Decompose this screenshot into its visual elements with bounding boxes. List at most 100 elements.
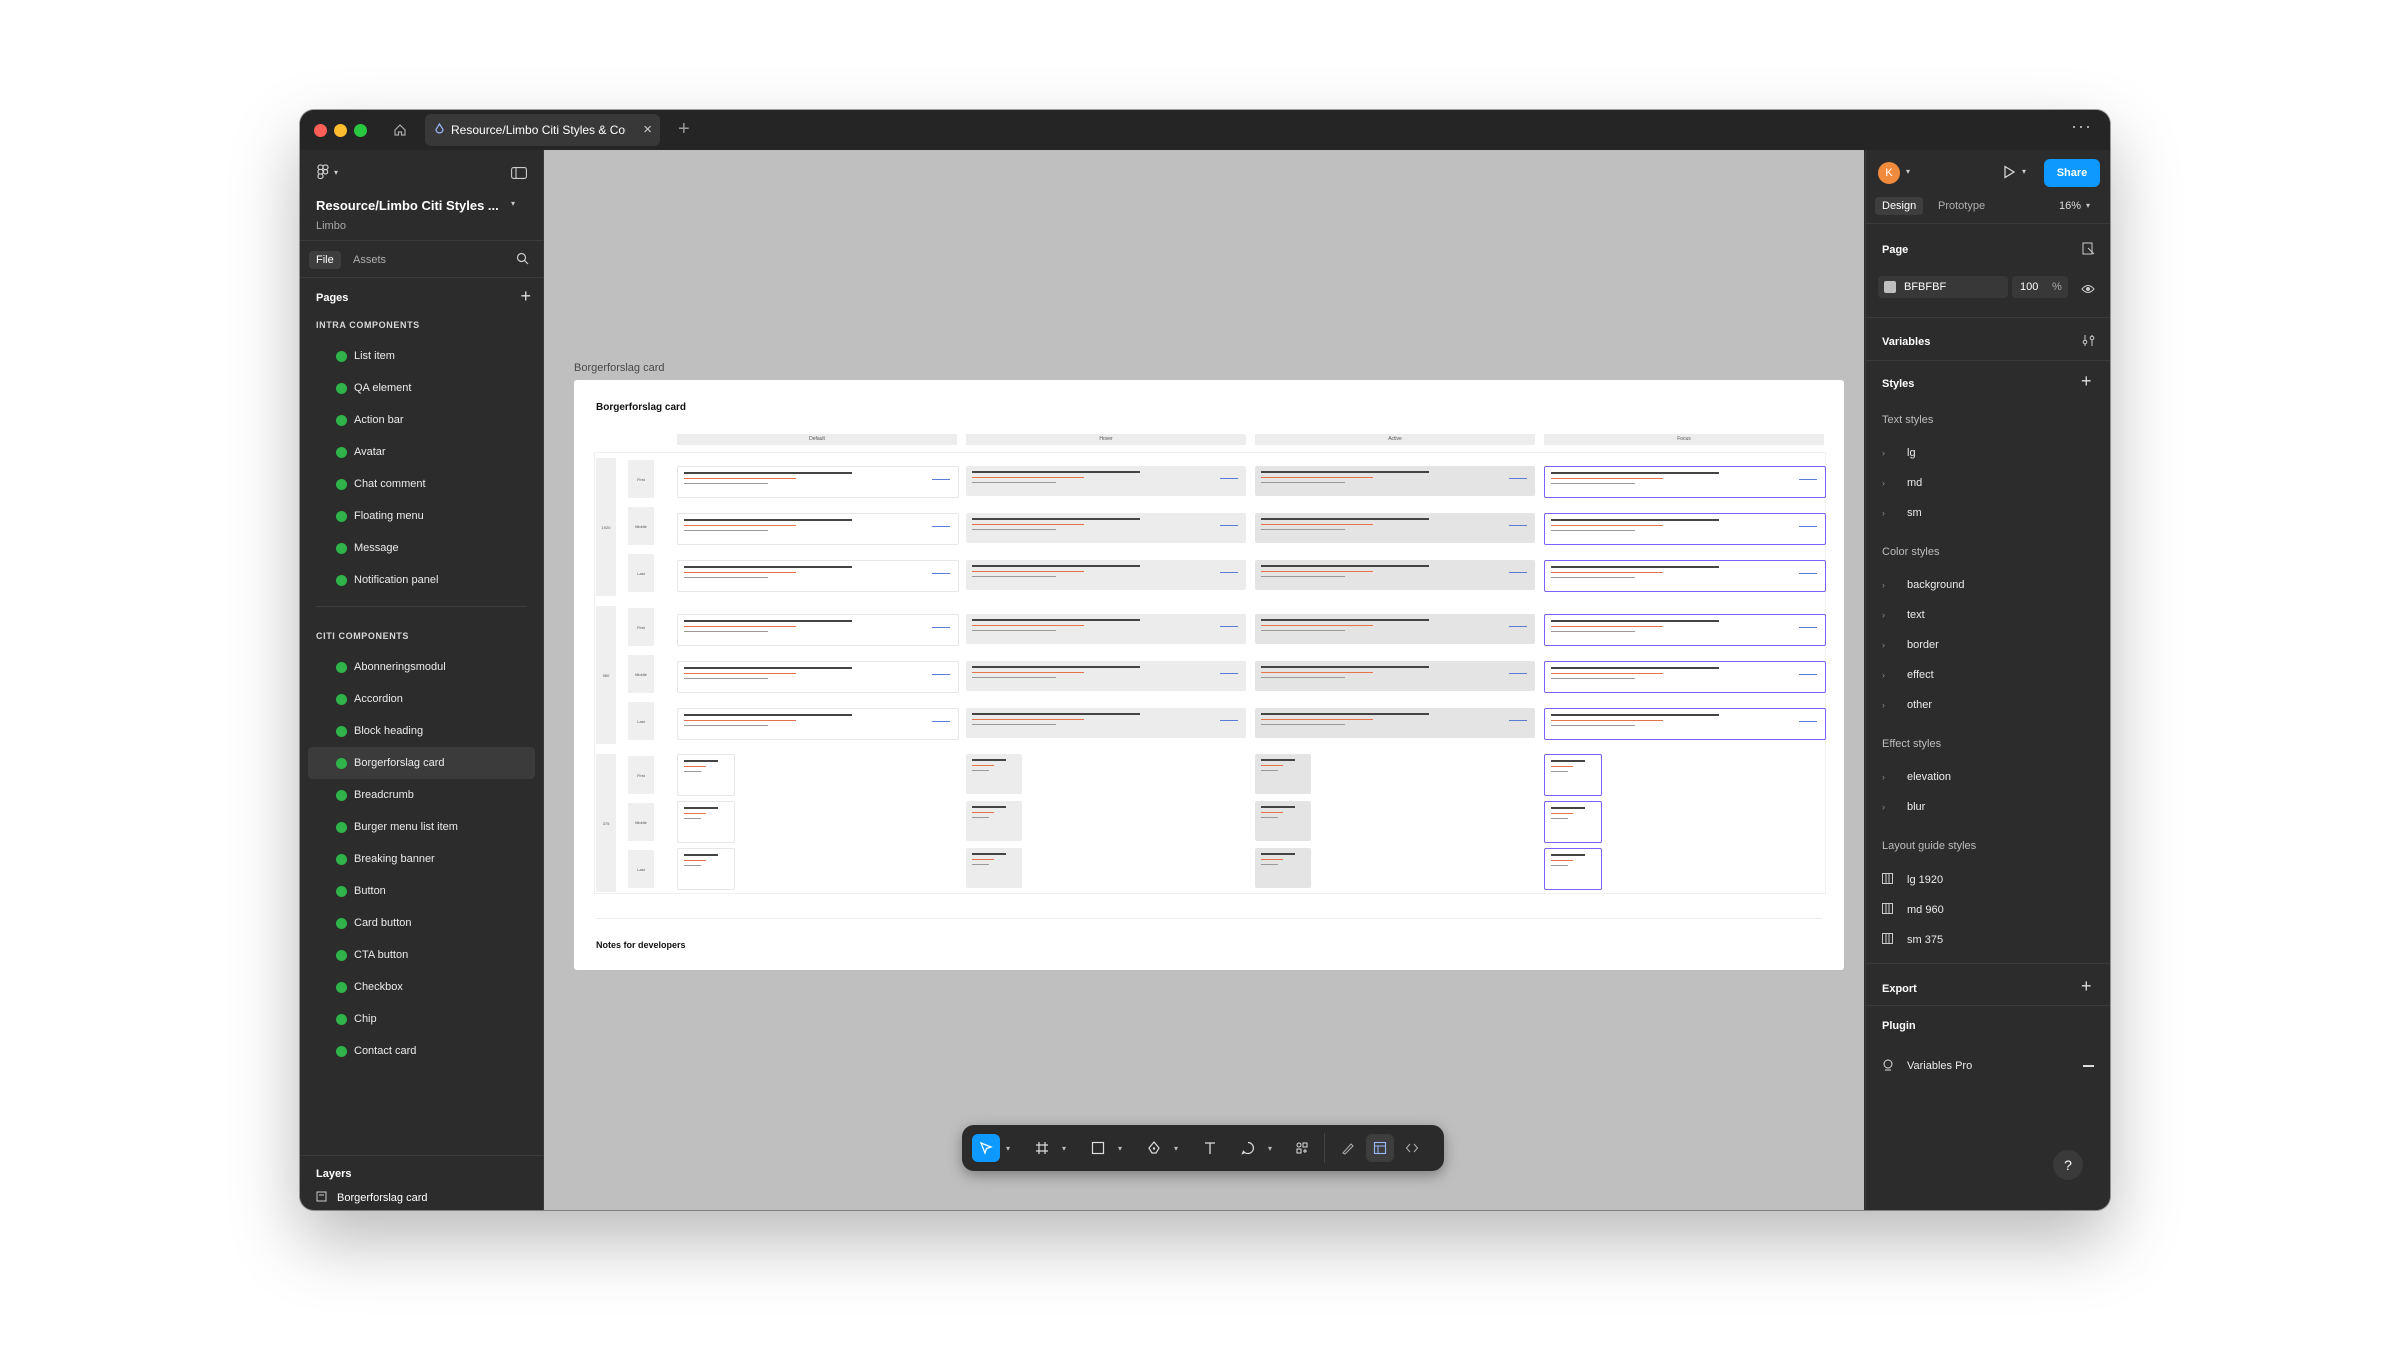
borgerforslag-card-variant[interactable] (677, 513, 959, 545)
text-style-item[interactable]: › sm (1882, 507, 1922, 519)
borgerforslag-card-variant[interactable] (677, 848, 735, 890)
page-color-value[interactable]: BFBFBF (1904, 281, 1946, 293)
page-color-swatch[interactable] (1884, 281, 1896, 293)
borgerforslag-card-variant[interactable] (1544, 708, 1826, 740)
zoom-level[interactable]: 16% (2059, 200, 2081, 212)
layout-style-item[interactable]: lg 1920 (1882, 873, 1943, 886)
page-item[interactable]: List item (300, 340, 543, 372)
borgerforslag-card-variant[interactable] (677, 466, 959, 498)
page-item[interactable]: Chat comment (300, 468, 543, 500)
maximize-window-button[interactable] (354, 124, 367, 137)
file-name[interactable]: Resource/Limbo Citi Styles ... (316, 198, 499, 213)
new-tab-button[interactable]: + (678, 118, 690, 140)
tab-prototype[interactable]: Prototype (1938, 200, 1985, 212)
borgerforslag-card-variant[interactable] (1255, 560, 1535, 590)
borgerforslag-card-variant[interactable] (677, 801, 735, 843)
variables-title[interactable]: Variables (1882, 336, 1930, 348)
borgerforslag-card-variant[interactable] (1255, 754, 1311, 794)
borgerforslag-card-variant[interactable] (966, 708, 1246, 738)
remove-plugin-icon[interactable] (2083, 1065, 2094, 1067)
close-window-button[interactable] (314, 124, 327, 137)
color-style-item[interactable]: › border (1882, 639, 1939, 651)
page-item[interactable]: Message (300, 532, 543, 564)
more-menu-icon[interactable]: ··· (2071, 116, 2092, 137)
borgerforslag-card-variant[interactable] (677, 614, 959, 646)
rectangle-tool-icon[interactable] (1084, 1134, 1112, 1162)
borgerforslag-card-variant[interactable] (966, 513, 1246, 543)
borgerforslag-card-variant[interactable] (1544, 661, 1826, 693)
page-opacity-value[interactable]: 100 (2020, 281, 2038, 293)
borgerforslag-card-variant[interactable] (1544, 560, 1826, 592)
tab-assets[interactable]: Assets (346, 251, 393, 269)
page-item[interactable]: Card button (300, 907, 543, 939)
chevron-down-icon[interactable]: ▾ (1268, 1144, 1272, 1153)
frame-tool-icon[interactable] (1028, 1134, 1056, 1162)
borgerforslag-card-variant[interactable] (966, 848, 1022, 888)
borgerforslag-card-variant[interactable] (1255, 801, 1311, 841)
borgerforslag-card-variant[interactable] (1255, 708, 1535, 738)
file-name-chevron-icon[interactable]: ▾ (511, 199, 515, 208)
borgerforslag-card-variant[interactable] (1544, 513, 1826, 545)
borgerforslag-card-variant[interactable] (966, 801, 1022, 841)
variables-adjust-icon[interactable] (2082, 334, 2095, 352)
borgerforslag-card-variant[interactable] (966, 560, 1246, 590)
borgerforslag-card-variant[interactable] (1255, 466, 1535, 496)
borgerforslag-card-variant[interactable] (1544, 848, 1602, 890)
borgerforslag-card-variant[interactable] (1255, 848, 1311, 888)
move-tool-icon[interactable] (972, 1134, 1000, 1162)
text-style-item[interactable]: › md (1882, 477, 1922, 489)
effect-style-item[interactable]: › blur (1882, 801, 1925, 813)
file-tab[interactable]: Resource/Limbo Citi Styles & Cor × (425, 114, 660, 146)
minimize-window-button[interactable] (334, 124, 347, 137)
borgerforslag-card-variant[interactable] (1544, 466, 1826, 498)
page-opacity-field[interactable]: 100 % (2012, 276, 2068, 298)
color-style-item[interactable]: › background (1882, 579, 1965, 591)
page-item[interactable]: Breaking banner (300, 843, 543, 875)
borgerforslag-card-variant[interactable] (1255, 661, 1535, 691)
page-item[interactable]: Breadcrumb (300, 779, 543, 811)
help-button[interactable]: ? (2053, 1150, 2083, 1180)
borgerforslag-card-variant[interactable] (966, 614, 1246, 644)
color-style-item[interactable]: › other (1882, 699, 1932, 711)
page-item[interactable]: Button (300, 875, 543, 907)
layout-style-item[interactable]: sm 375 (1882, 933, 1943, 946)
page-item[interactable]: Contact card (300, 1035, 543, 1067)
share-button[interactable]: Share (2044, 159, 2100, 187)
chevron-down-icon[interactable]: ▾ (1118, 1144, 1122, 1153)
chevron-down-icon[interactable]: ▾ (1006, 1144, 1010, 1153)
chevron-down-icon[interactable]: ▾ (1174, 1144, 1178, 1153)
borgerforslag-card-variant[interactable] (966, 466, 1246, 496)
layout-style-item[interactable]: md 960 (1882, 903, 1944, 916)
color-style-item[interactable]: › text (1882, 609, 1925, 621)
page-item[interactable]: CTA button (300, 939, 543, 971)
borgerforslag-card-variant[interactable] (966, 754, 1022, 794)
borgerforslag-card-variant[interactable] (1255, 513, 1535, 543)
page-item[interactable]: Notification panel (300, 564, 543, 596)
page-item[interactable]: Abonneringsmodul (300, 651, 543, 683)
borgerforslag-card-variant[interactable] (677, 708, 959, 740)
tab-design[interactable]: Design (1875, 197, 1924, 215)
borgerforslag-frame[interactable]: Borgerforslag card Default Hover Active Foc… (574, 380, 1844, 970)
home-icon[interactable] (388, 118, 412, 142)
project-name[interactable]: Limbo (316, 220, 346, 232)
avatar[interactable]: K (1878, 162, 1900, 184)
present-icon[interactable] (2002, 165, 2016, 184)
page-layout-icon[interactable] (2082, 242, 2095, 260)
add-page-icon[interactable]: + (520, 286, 531, 307)
actions-tool-icon[interactable] (1288, 1134, 1316, 1162)
borgerforslag-card-variant[interactable] (1255, 614, 1535, 644)
pen-tool-icon[interactable] (1140, 1134, 1168, 1162)
toggle-sidebar-icon[interactable] (511, 166, 527, 184)
tab-file[interactable]: File (309, 251, 341, 269)
color-style-item[interactable]: › effect (1882, 669, 1934, 681)
chevron-down-icon[interactable]: ▾ (2086, 201, 2090, 210)
page-item[interactable]: Floating menu (300, 500, 543, 532)
borgerforslag-card-variant[interactable] (677, 560, 959, 592)
page-item[interactable]: Block heading (300, 715, 543, 747)
comment-tool-icon[interactable] (1234, 1134, 1262, 1162)
add-export-icon[interactable]: + (2081, 976, 2092, 997)
page-item[interactable]: Accordion (300, 683, 543, 715)
chevron-down-icon[interactable]: ▾ (1906, 167, 1910, 176)
plugin-item[interactable]: Variables Pro (1882, 1059, 1972, 1073)
page-item-selected[interactable]: Borgerforslag card (308, 747, 535, 779)
